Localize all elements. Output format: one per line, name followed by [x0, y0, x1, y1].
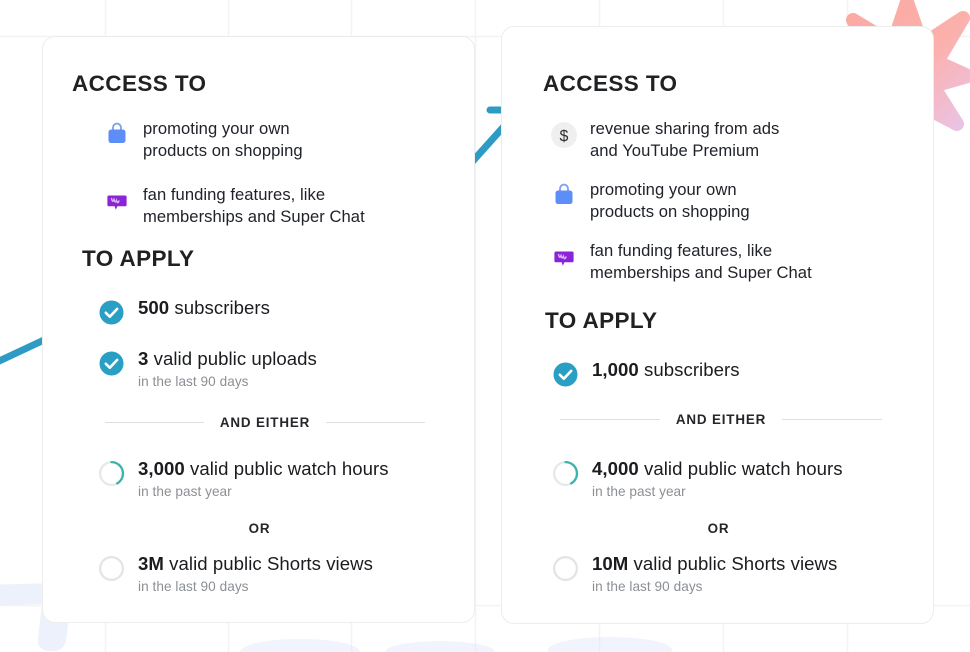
either-label: valid public Shorts views	[163, 553, 373, 574]
access-item-text: promoting your own products on shopping	[590, 180, 750, 221]
access-item: promoting your own products on shopping	[549, 179, 909, 222]
either-requirement-text: 10M valid public Shorts views	[592, 553, 837, 575]
empty-ring-icon	[552, 555, 579, 582]
access-item-text: revenue sharing from ads and YouTube Pre…	[590, 119, 780, 160]
either-label: valid public Shorts views	[628, 553, 838, 574]
eligibility-card-right: ACCESS TO $ revenue sharing from ads and…	[501, 26, 934, 624]
apply-label: subscribers	[638, 359, 740, 380]
either-requirement-row: 3,000 valid public watch hours in the pa…	[98, 458, 389, 500]
either-label: valid public watch hours	[638, 458, 843, 479]
blue-line-left-decoration	[0, 336, 48, 365]
progress-ring-icon	[98, 460, 125, 487]
to-apply-heading: TO APPLY	[545, 308, 658, 333]
apply-subtext: in the last 90 days	[138, 374, 249, 389]
access-to-heading: ACCESS TO	[543, 71, 678, 96]
apply-requirement-text: 1,000 subscribers	[592, 359, 740, 381]
either-value: 10M	[592, 553, 629, 574]
apply-label: subscribers	[169, 297, 271, 318]
eligibility-card-left: ACCESS TO promoting your own products on…	[42, 36, 475, 623]
either-label: valid public watch hours	[184, 458, 389, 479]
access-item: $ revenue sharing from ads and YouTube P…	[549, 118, 909, 161]
either-subtext: in the past year	[592, 484, 686, 499]
apply-value: 1,000	[592, 359, 639, 380]
empty-ring-icon	[98, 555, 125, 582]
access-item-text: fan funding features, like memberships a…	[590, 241, 812, 282]
apply-requirement-text: 3 valid public uploads	[138, 348, 317, 370]
shopping-bag-icon	[549, 180, 579, 210]
either-value: 4,000	[592, 458, 639, 479]
apply-label: valid public uploads	[148, 348, 317, 369]
dollar-circle-icon: $	[549, 119, 579, 149]
and-either-divider: AND EITHER	[560, 412, 882, 427]
and-either-label: AND EITHER	[675, 412, 767, 427]
divider-rule-left	[560, 419, 660, 420]
shopping-bag-icon	[102, 119, 132, 149]
either-subtext: in the last 90 days	[138, 579, 249, 594]
apply-requirement-row: 500 subscribers	[98, 297, 270, 326]
chat-bubble-icon	[549, 241, 579, 271]
either-subtext: in the last 90 days	[592, 579, 703, 594]
apply-requirement-row: 3 valid public uploads in the last 90 da…	[98, 348, 317, 390]
divider-rule-right	[326, 422, 425, 423]
chat-bubble-icon	[102, 185, 132, 215]
access-item: promoting your own products on shopping	[102, 118, 452, 161]
svg-text:$: $	[560, 128, 569, 145]
either-subtext: in the past year	[138, 484, 232, 499]
access-item-text: promoting your own products on shopping	[143, 119, 303, 160]
either-requirement-row: 10M valid public Shorts views in the las…	[552, 553, 837, 595]
or-label: OR	[707, 521, 730, 536]
apply-requirement-row: 1,000 subscribers	[552, 359, 740, 388]
either-requirement-text: 3,000 valid public watch hours	[138, 458, 389, 480]
either-requirement-text: 3M valid public Shorts views	[138, 553, 373, 575]
or-label: OR	[248, 521, 271, 536]
apply-value: 3	[138, 348, 149, 369]
divider-rule-right	[782, 419, 882, 420]
bottom-faint-shapes	[240, 637, 672, 652]
apply-requirement-text: 500 subscribers	[138, 297, 270, 319]
apply-value: 500	[138, 297, 170, 318]
either-requirement-row: 4,000 valid public watch hours in the pa…	[552, 458, 843, 500]
access-item-text: fan funding features, like memberships a…	[143, 185, 365, 226]
access-item: fan funding features, like memberships a…	[102, 184, 462, 227]
and-either-label: AND EITHER	[219, 415, 311, 430]
either-requirement-text: 4,000 valid public watch hours	[592, 458, 843, 480]
access-to-heading: ACCESS TO	[72, 71, 207, 96]
and-either-divider: AND EITHER	[105, 415, 425, 430]
either-value: 3,000	[138, 458, 185, 479]
check-circle-icon	[98, 299, 125, 326]
check-circle-icon	[552, 361, 579, 388]
access-item: fan funding features, like memberships a…	[549, 240, 919, 283]
either-value: 3M	[138, 553, 164, 574]
check-circle-icon	[98, 350, 125, 377]
to-apply-heading: TO APPLY	[82, 246, 195, 271]
divider-rule-left	[105, 422, 204, 423]
progress-ring-icon	[552, 460, 579, 487]
either-requirement-row: 3M valid public Shorts views in the last…	[98, 553, 373, 595]
